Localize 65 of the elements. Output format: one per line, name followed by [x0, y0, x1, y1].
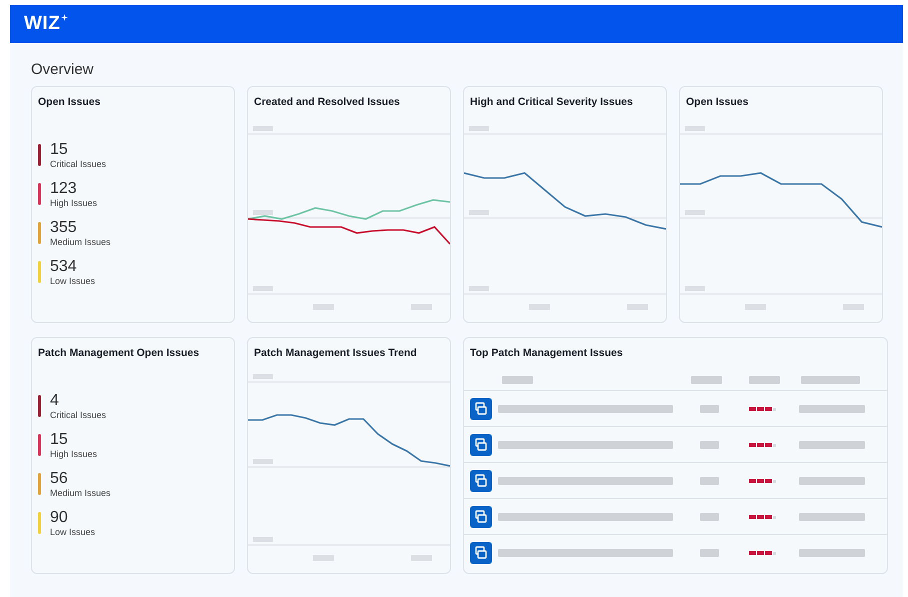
axis-label-placeholder — [253, 286, 273, 291]
issue-label: Critical Issues — [50, 159, 106, 170]
axis-label-placeholder — [843, 304, 864, 310]
issue-label: High Issues — [50, 449, 98, 460]
page-title: Overview — [30, 60, 95, 80]
window-icon — [470, 506, 492, 528]
issue-label: Medium Issues — [50, 488, 111, 499]
card-title: Patch Management Open Issues — [37, 346, 200, 359]
issue-label: Low Issues — [50, 527, 96, 538]
skeleton-bar — [700, 512, 719, 520]
card-title: Open Issues — [37, 95, 102, 108]
issue-label: High Issues — [50, 198, 98, 209]
skeleton-bar — [691, 376, 722, 384]
issue-label: Critical Issues — [50, 410, 106, 421]
window-icon — [470, 434, 492, 456]
card-title: Top Patch Management Issues — [469, 346, 624, 359]
axis-label-placeholder — [313, 304, 334, 310]
axis-label-placeholder — [411, 304, 432, 310]
issue-count: 123 — [50, 179, 78, 198]
logo: WIZ — [24, 13, 60, 35]
skeleton-bar — [700, 440, 719, 448]
window-icon — [470, 542, 492, 564]
skeleton-bar — [749, 376, 780, 384]
issue-count: 56 — [50, 469, 69, 488]
axis-label-placeholder — [253, 537, 273, 542]
skeleton-bar — [799, 512, 865, 520]
axis-label-placeholder — [529, 304, 550, 310]
card-title: Created and Resolved Issues — [253, 95, 401, 108]
skeleton-bar — [799, 476, 865, 484]
issue-label: Medium Issues — [50, 237, 111, 248]
skeleton-bar — [502, 376, 533, 384]
sparkle-icon — [61, 14, 68, 20]
card-title: High and Critical Severity Issues — [469, 95, 634, 108]
issue-count: 534 — [50, 257, 78, 276]
axis-label-placeholder — [469, 126, 489, 131]
issue-count: 4 — [50, 391, 60, 410]
issue-count: 15 — [50, 430, 69, 449]
axis-label-placeholder — [253, 459, 273, 464]
skeleton-bar — [799, 548, 865, 556]
axis-label-placeholder — [745, 304, 766, 310]
axis-label-placeholder — [685, 286, 705, 291]
axis-label-placeholder — [253, 126, 273, 131]
window-icon — [470, 398, 492, 420]
skeleton-bar — [700, 548, 719, 556]
axis-label-placeholder — [411, 555, 432, 561]
axis-label-placeholder — [469, 286, 489, 291]
issue-count: 90 — [50, 508, 69, 527]
axis-label-placeholder — [685, 126, 705, 131]
axis-label-placeholder — [685, 210, 705, 215]
card-title: Open Issues — [685, 95, 750, 108]
skeleton-bar — [799, 440, 865, 448]
axis-label-placeholder — [313, 555, 334, 561]
skeleton-bar — [700, 404, 719, 412]
card-title: Patch Management Issues Trend — [253, 346, 418, 359]
skeleton-bar — [801, 376, 860, 384]
axis-label-placeholder — [253, 374, 273, 379]
issue-count: 15 — [50, 140, 69, 159]
skeleton-bar — [799, 404, 865, 412]
issue-count: 355 — [50, 218, 78, 237]
axis-label-placeholder — [627, 304, 648, 310]
issue-label: Low Issues — [50, 276, 96, 287]
axis-label-placeholder — [469, 210, 489, 215]
axis-label-placeholder — [253, 210, 273, 215]
skeleton-bar — [700, 476, 719, 484]
window-icon — [470, 470, 492, 492]
